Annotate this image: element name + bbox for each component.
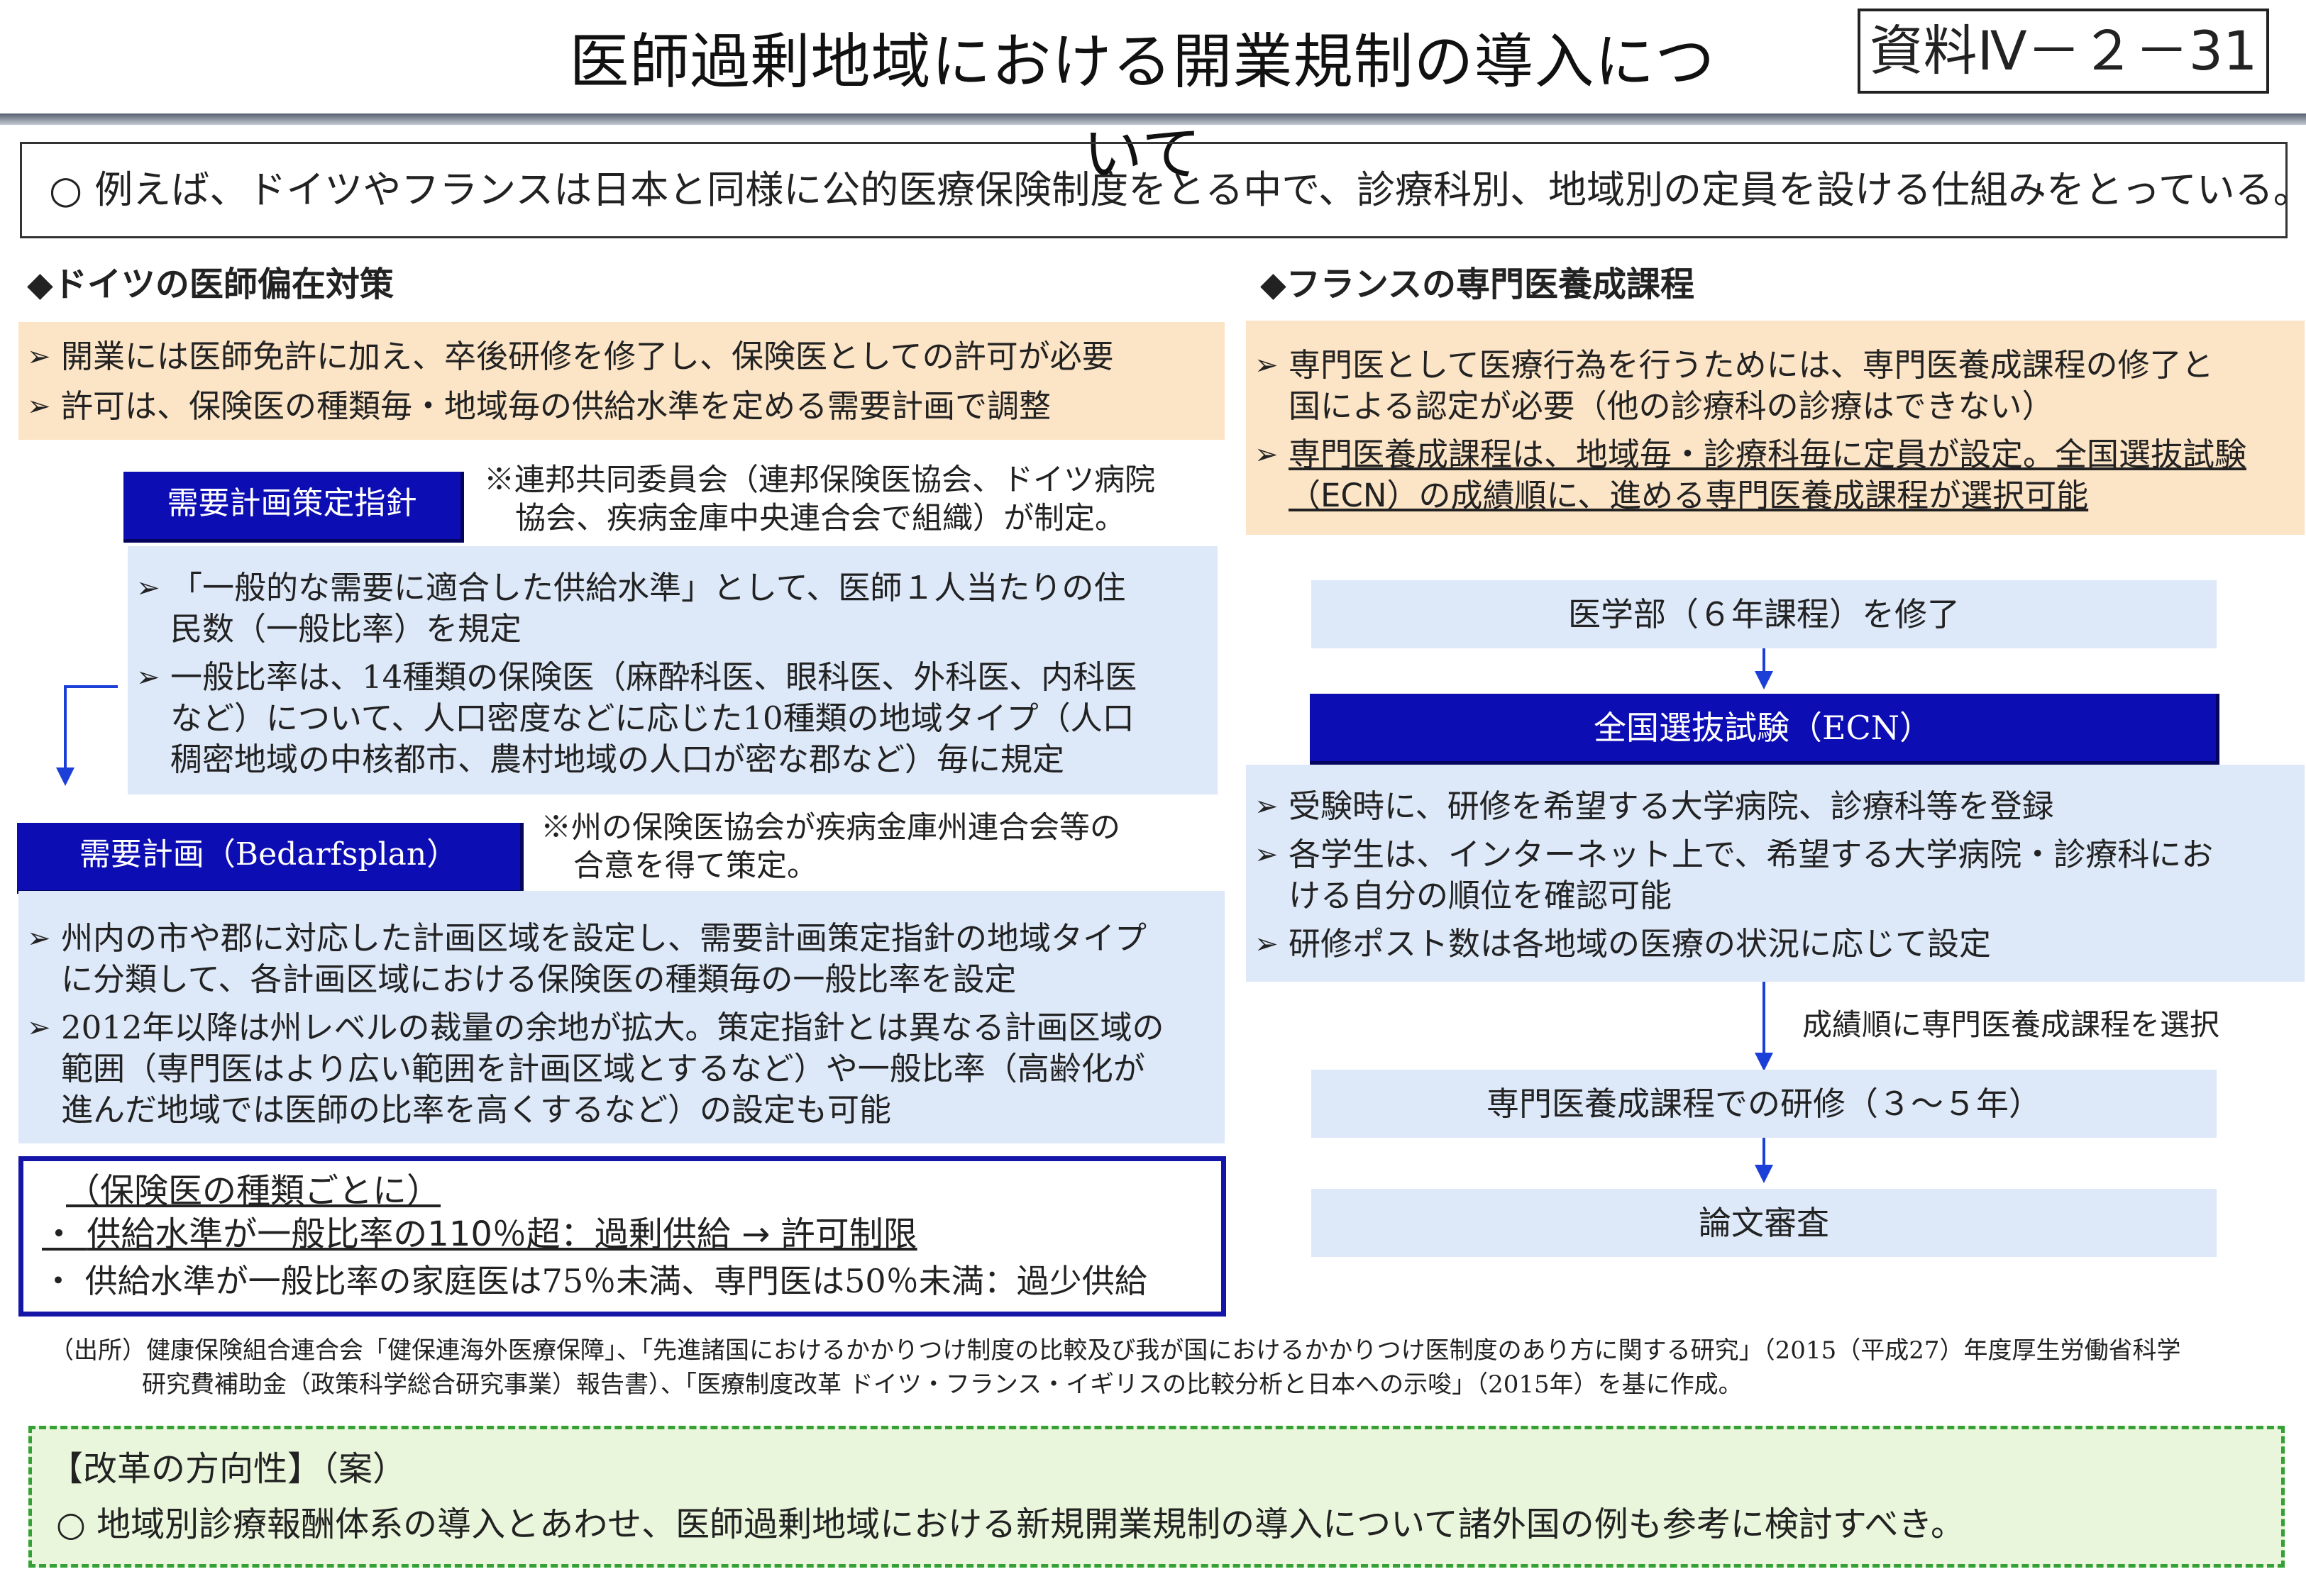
ecn-details-panel: ➢ 受験時に、研修を希望する大学病院、診療科等を登録 ➢ 各学生は、インターネット上…: [1246, 765, 2305, 982]
list-item-continuation: に分類して、各計画区域における保険医の種類毎の一般比率を設定: [61, 960, 1017, 998]
flow-arrow: [1762, 648, 1765, 674]
source-citation: （出所）健康保険組合連合会「健保連海外医療保障」、「先進諸国におけるかかりつけ制…: [50, 1336, 2181, 1399]
list-item: ➢ 受験時に、研修を希望する大学病院、診療科等を登録: [1246, 786, 2305, 827]
flow-arrow-label: 成績順に専門医養成課程を選択: [1802, 1007, 2220, 1042]
connector-line: [64, 685, 67, 769]
criteria-line: ・ 供給水準が一般比率の110％超：過剰供給 → 許可制限: [42, 1214, 917, 1254]
flow-arrow: [1762, 982, 1765, 1055]
germany-heading: ◆ドイツの医師偏在対策: [27, 265, 394, 304]
plan-note-line2: 合意を得て策定。: [573, 848, 817, 884]
arrow-bullet-icon: ➢: [1254, 838, 1279, 871]
arrow-bullet-icon: ➢: [1254, 438, 1279, 471]
list-item: ➢ 開業には医師免許に加え、卒後研修を修了し、保険医としての許可が必要: [18, 336, 1225, 377]
flow-step-ecn: 全国選抜試験（ECN）: [1310, 694, 2219, 765]
guideline-panel: ➢ 「一般的な需要に適合した供給水準」として、医師１人当たりの住 民数（一般比率）…: [128, 546, 1218, 794]
reform-text: ○ 地域別診療報酬体系の導入とあわせ、医師過剰地域における新規開業規制の導入につ…: [56, 1504, 1965, 1544]
plan-label: 需要計画（Bedarfsplan）: [17, 823, 524, 894]
plan-note-line1: ※州の保険医協会が疾病金庫州連合会等の: [541, 810, 1120, 846]
flow-arrow: [1762, 1138, 1765, 1168]
list-item-continuation: 国による認定が必要（他の診療科の診療はできない）: [1289, 387, 2054, 425]
arrow-bullet-icon: ➢: [27, 1012, 51, 1044]
arrow-bullet-icon: ➢: [136, 572, 160, 604]
document-number-badge: 資料Ⅳ－２－31: [1858, 9, 2269, 94]
criteria-line: ・ 供給水準が一般比率の家庭医は75％未満、専門医は50％未満：過少供給: [42, 1262, 1147, 1300]
arrow-bullet-icon: ➢: [1254, 928, 1279, 960]
list-item-continuation: （ECN）の成績順に、進める専門医養成課程が選択可能: [1289, 477, 2089, 514]
intro-box: ○ 例えば、ドイツやフランスは日本と同様に公的医療保険制度をとる中で、診療科別、…: [20, 142, 2288, 238]
list-item: ➢ 州内の市や郡に対応した計画区域を設定し、需要計画策定指針の地域タイプ: [18, 918, 1225, 959]
criteria-header: （保険医の種類ごとに）: [66, 1171, 441, 1211]
list-item: ➢ 2012年以降は州レベルの裁量の余地が拡大。策定指針とは異なる計画区域の: [18, 1007, 1225, 1048]
guideline-label: 需要計画策定指針: [123, 472, 464, 543]
list-item: ➢ 許可は、保険医の種類毎・地域毎の供給水準を定める需要計画で調整: [18, 386, 1225, 427]
connector-line: [65, 685, 118, 688]
down-arrow-icon: [1755, 671, 1773, 689]
arrow-bullet-icon: ➢: [136, 661, 160, 694]
list-item: ➢ 「一般的な需要に適合した供給水準」として、医師１人当たりの住: [128, 567, 1218, 609]
arrow-bullet-icon: ➢: [1254, 349, 1279, 382]
list-item-continuation: 稠密地域の中核都市、農村地域の人口が密な郡など）毎に規定: [170, 741, 1065, 778]
down-arrow-icon: [1755, 1165, 1773, 1183]
flow-step-training: 専門医養成課程での研修（３～５年）: [1311, 1070, 2217, 1138]
list-item: ➢ 専門医として医療行為を行うためには、専門医養成課程の修了と: [1246, 345, 2305, 386]
plan-panel: ➢ 州内の市や郡に対応した計画区域を設定し、需要計画策定指針の地域タイプ に分類し…: [18, 891, 1225, 1143]
arrow-bullet-icon: ➢: [1254, 790, 1279, 823]
france-summary-panel: ➢ 専門医として医療行為を行うためには、専門医養成課程の修了と 国による認定が必要…: [1246, 321, 2305, 535]
down-arrow-icon: [1755, 1053, 1773, 1071]
criteria-box: （保険医の種類ごとに） ・ 供給水準が一般比率の110％超：過剰供給 → 許可制…: [18, 1156, 1226, 1317]
list-item: ➢ 専門医養成課程は、地域毎・診療科毎に定員が設定。全国選抜試験: [1246, 434, 2305, 475]
guideline-note-line2: 協会、疾病金庫中央連合会で組織）が制定。: [515, 501, 1125, 536]
france-heading: ◆フランスの専門医養成課程: [1260, 265, 1694, 304]
down-arrow-icon: [56, 767, 75, 786]
list-item-continuation: 進んだ地域では医師の比率を高くするなど）の設定も可能: [61, 1091, 892, 1129]
list-item: ➢ 各学生は、インターネット上で、希望する大学病院・診療科にお: [1246, 834, 2305, 875]
germany-summary-panel: ➢ 開業には医師免許に加え、卒後研修を修了し、保険医としての許可が必要 ➢ 許可は、…: [18, 322, 1225, 440]
flow-step-thesis: 論文審査: [1311, 1189, 2217, 1257]
reform-box: 【改革の方向性】（案） ○ 地域別診療報酬体系の導入とあわせ、医師過剰地域におけ…: [28, 1426, 2285, 1568]
arrow-bullet-icon: ➢: [27, 390, 51, 423]
guideline-note-line1: ※連邦共同委員会（連邦保険医協会、ドイツ病院: [484, 462, 1155, 498]
list-item-continuation: ける自分の順位を確認可能: [1289, 877, 1672, 914]
list-item: ➢ 研修ポスト数は各地域の医療の状況に応じて設定: [1246, 924, 2305, 965]
arrow-bullet-icon: ➢: [27, 340, 51, 373]
list-item-continuation: など）について、人口密度などに応じた10種類の地域タイプ（人口: [170, 699, 1135, 737]
list-item-continuation: 民数（一般比率）を規定: [170, 610, 522, 648]
arrow-bullet-icon: ➢: [27, 922, 51, 955]
reform-heading: 【改革の方向性】（案）: [49, 1449, 407, 1489]
flow-step-graduation: 医学部（６年課程）を修了: [1311, 580, 2217, 648]
list-item-continuation: 範囲（専門医はより広い範囲を計画区域とするなど）や一般比率（高齢化が: [61, 1050, 1145, 1087]
title-divider: [0, 113, 2306, 125]
list-item: ➢ 一般比率は、14種類の保険医（麻酔科医、眼科医、外科医、内科医: [128, 657, 1218, 698]
